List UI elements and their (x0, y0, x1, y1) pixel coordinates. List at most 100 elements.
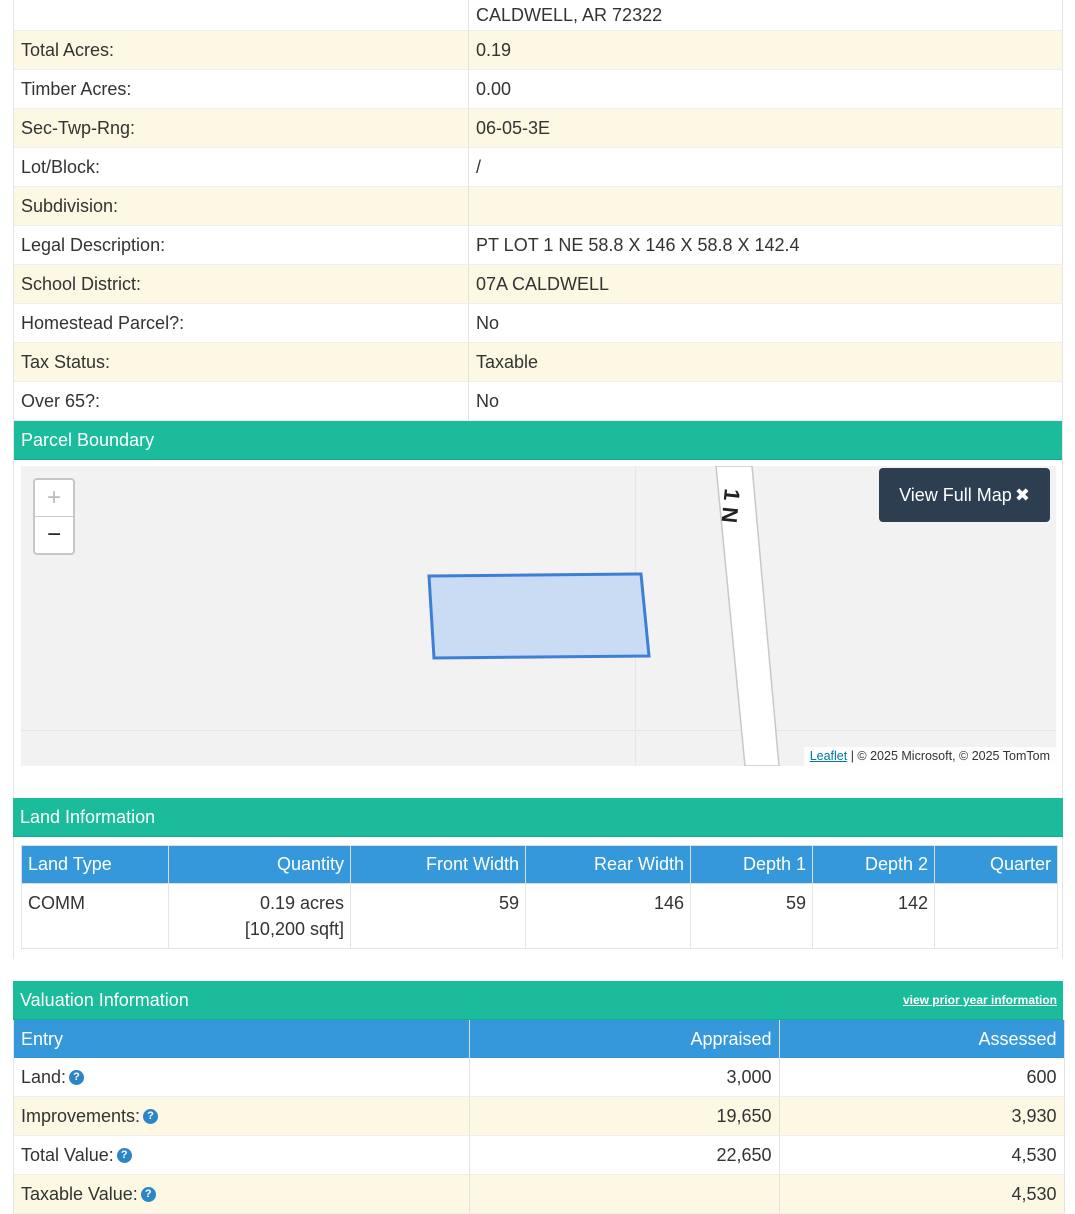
quantity-cell: 0.19 acres [10,200 sqft] (168, 883, 351, 949)
zoom-control: + − (33, 478, 75, 555)
row-value: 0.19 (468, 30, 1062, 70)
valuation-information-header: Valuation Information view prior year in… (13, 981, 1063, 1020)
depth2-cell: 142 (812, 883, 935, 949)
row-label: Homestead Parcel?: (14, 303, 469, 343)
column-header: Depth 2 (812, 845, 935, 884)
parcel-details: CALDWELL, AR 72322 Total Acres: 0.19 Timb… (13, 0, 1065, 1214)
table-row: Subdivision: (14, 186, 1062, 226)
rear-width-cell: 146 (525, 883, 691, 949)
assessed-cell: 4,530 (779, 1174, 1065, 1214)
table-row: Homestead Parcel?: No (14, 303, 1062, 343)
land-panel: Land Type Quantity Front Width Rear Widt… (13, 837, 1063, 959)
question-circle-icon[interactable]: ? (116, 1148, 132, 1164)
column-header: Quantity (168, 845, 351, 884)
table-row: School District: 07A CALDWELL (14, 264, 1062, 304)
table-row: Improvements:? 19,650 3,930 (14, 1096, 1065, 1136)
row-value: 06-05-3E (468, 108, 1062, 148)
property-info-table: CALDWELL, AR 72322 Total Acres: 0.19 Timb… (14, 0, 1062, 421)
table-row: Total Acres: 0.19 (14, 30, 1062, 70)
button-label: View Full Map (899, 484, 1012, 505)
section-title: Land Information (20, 807, 156, 827)
question-circle-icon[interactable]: ? (143, 1109, 159, 1125)
row-value: / (468, 147, 1062, 187)
entry-cell: Total Value:? (14, 1135, 470, 1175)
appraised-cell (469, 1174, 780, 1214)
column-header: Assessed (779, 1020, 1065, 1058)
column-header: Entry (14, 1020, 470, 1058)
attribution-text: | © 2025 Microsoft, © 2025 TomTom (847, 749, 1050, 763)
appraised-cell: 3,000 (469, 1058, 780, 1097)
row-label (14, 0, 469, 31)
section-title: Valuation Information (20, 990, 189, 1010)
row-label: Legal Description: (14, 225, 469, 265)
row-label: School District: (14, 264, 469, 304)
entry-label: Land: (21, 1066, 67, 1087)
assessed-cell: 600 (779, 1058, 1065, 1097)
table-row: Sec-Twp-Rng: 06-05-3E (14, 108, 1062, 148)
entry-label: Improvements: (21, 1105, 141, 1126)
quantity-acres: 0.19 acres (259, 893, 344, 913)
row-label: Subdivision: (14, 186, 469, 226)
appraised-cell: 19,650 (469, 1096, 780, 1136)
entry-label: Taxable Value: (21, 1183, 138, 1204)
row-value: 07A CALDWELL (468, 264, 1062, 304)
land-type-cell: COMM (21, 883, 169, 949)
row-value: 0.00 (468, 69, 1062, 109)
depth1-cell: 59 (690, 883, 813, 949)
table-row: Lot/Block: / (14, 147, 1062, 187)
table-row: Legal Description: PT LOT 1 NE 58.8 X 146… (14, 225, 1062, 265)
question-circle-icon[interactable]: ? (69, 1070, 85, 1086)
table-row: Tax Status: Taxable (14, 342, 1062, 382)
table-row: Taxable Value:? 4,530 (14, 1174, 1065, 1214)
property-info-panel: CALDWELL, AR 72322 Total Acres: 0.19 Timb… (13, 0, 1063, 798)
table-row: Timber Acres: 0.00 (14, 69, 1062, 109)
assessed-cell: 3,930 (779, 1096, 1065, 1136)
column-header: Rear Width (525, 845, 691, 884)
table-row: Total Value:? 22,650 4,530 (14, 1135, 1065, 1175)
parcel-boundary-header: Parcel Boundary (14, 421, 1062, 460)
row-value: PT LOT 1 NE 58.8 X 146 X 58.8 X 142.4 (468, 225, 1062, 265)
parcel-map[interactable]: 1 N + − View Full Map ✖ Leaflet | © 2025… (21, 466, 1056, 766)
column-header: Quarter (934, 845, 1058, 884)
view-prior-year-link[interactable]: view prior year information (903, 981, 1057, 1019)
address-line: CALDWELL, AR 72322 (468, 0, 1062, 31)
entry-cell: Land:? (14, 1058, 470, 1097)
quarter-cell (934, 883, 1058, 949)
column-header: Appraised (469, 1020, 780, 1058)
table-row: CALDWELL, AR 72322 (14, 0, 1062, 31)
row-label: Tax Status: (14, 342, 469, 382)
entry-cell: Improvements:? (14, 1096, 470, 1136)
parcel-shape[interactable] (427, 572, 651, 660)
land-table: Land Type Quantity Front Width Rear Widt… (21, 845, 1058, 949)
row-label: Timber Acres: (14, 69, 469, 109)
table-row: Land:? 3,000 600 (14, 1058, 1065, 1097)
table-header-row: Land Type Quantity Front Width Rear Widt… (21, 845, 1058, 884)
zoom-in-button[interactable]: + (35, 480, 73, 517)
leaflet-link[interactable]: Leaflet (810, 749, 848, 763)
view-full-map-button[interactable]: View Full Map ✖ (879, 468, 1050, 522)
entry-cell: Taxable Value:? (14, 1174, 470, 1214)
zoom-out-button[interactable]: − (35, 517, 73, 553)
entry-label: Total Value: (21, 1144, 114, 1165)
row-value (468, 186, 1062, 226)
row-value: No (468, 303, 1062, 343)
column-header: Depth 1 (690, 845, 813, 884)
row-label: Lot/Block: (14, 147, 469, 187)
appraised-cell: 22,650 (469, 1135, 780, 1175)
map-attribution: Leaflet | © 2025 Microsoft, © 2025 TomTo… (803, 747, 1056, 766)
front-width-cell: 59 (350, 883, 526, 949)
row-label: Over 65?: (14, 381, 469, 421)
table-header-row: Entry Appraised Assessed (14, 1020, 1065, 1058)
quantity-sqft: [10,200 sqft] (244, 919, 344, 939)
road-label: 1 N (716, 487, 744, 524)
table-row: COMM 0.19 acres [10,200 sqft] 59 146 59 … (21, 883, 1058, 949)
assessed-cell: 4,530 (779, 1135, 1065, 1175)
land-information-header: Land Information (13, 798, 1063, 837)
section-title: Parcel Boundary (21, 430, 155, 450)
row-label: Sec-Twp-Rng: (14, 108, 469, 148)
table-row: Over 65?: No (14, 381, 1062, 421)
question-circle-icon[interactable]: ? (140, 1187, 156, 1203)
row-label: Total Acres: (14, 30, 469, 70)
